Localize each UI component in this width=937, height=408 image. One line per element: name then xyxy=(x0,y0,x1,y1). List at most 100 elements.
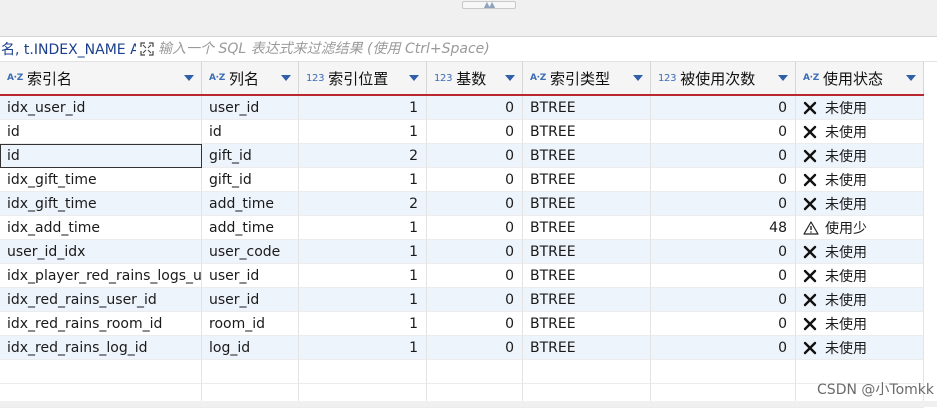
cell-type[interactable]: BTREE xyxy=(523,312,651,336)
cell-column[interactable]: gift_id xyxy=(202,144,299,168)
cell-cardinality[interactable]: 0 xyxy=(427,168,523,192)
cell-used[interactable]: 48 xyxy=(651,216,796,240)
table-row[interactable]: idgift_id20BTREE0未使用 xyxy=(0,144,924,168)
cell-name[interactable]: idx_add_time xyxy=(0,216,202,240)
cell-cardinality[interactable]: 0 xyxy=(427,216,523,240)
cell-used[interactable]: 0 xyxy=(651,144,796,168)
cell-used[interactable]: 0 xyxy=(651,288,796,312)
table-row[interactable]: idx_gift_timegift_id10BTREE0未使用 xyxy=(0,168,924,192)
expand-filter-icon[interactable] xyxy=(136,38,158,60)
cell-cardinality[interactable]: 0 xyxy=(427,120,523,144)
column-header-3[interactable]: 123基数 xyxy=(427,62,523,94)
cell-column[interactable]: gift_id xyxy=(202,168,299,192)
cell-type[interactable]: BTREE xyxy=(523,240,651,264)
cell-cardinality[interactable]: 0 xyxy=(427,240,523,264)
column-header-0[interactable]: A·Z索引名 xyxy=(0,62,202,94)
cell-position[interactable]: 1 xyxy=(299,168,427,192)
cell-type[interactable]: BTREE xyxy=(523,216,651,240)
column-filter-dropdown-icon[interactable] xyxy=(184,75,194,81)
table-row[interactable]: idx_red_rains_room_idroom_id10BTREE0未使用 xyxy=(0,312,924,336)
cell-name[interactable]: idx_player_red_rains_logs_use xyxy=(0,264,202,288)
cell-position[interactable]: 1 xyxy=(299,312,427,336)
cell-type[interactable]: BTREE xyxy=(523,192,651,216)
cell-status[interactable]: 未使用 xyxy=(796,96,924,120)
cell-status[interactable]: 未使用 xyxy=(796,336,924,360)
cell-cardinality[interactable]: 0 xyxy=(427,192,523,216)
cell-position[interactable]: 2 xyxy=(299,144,427,168)
column-filter-dropdown-icon[interactable] xyxy=(633,75,643,81)
cell-cardinality[interactable]: 0 xyxy=(427,96,523,120)
filter-order-prefix[interactable]: 名, t.INDEX_NAME A xyxy=(0,39,136,59)
cell-used[interactable]: 0 xyxy=(651,240,796,264)
cell-status[interactable]: 未使用 xyxy=(796,120,924,144)
cell-cardinality[interactable]: 0 xyxy=(427,312,523,336)
column-header-4[interactable]: A·Z索引类型 xyxy=(523,62,651,94)
cell-name[interactable]: idx_red_rains_log_id xyxy=(0,336,202,360)
cell-name[interactable]: idx_gift_time xyxy=(0,192,202,216)
cell-type[interactable]: BTREE xyxy=(523,144,651,168)
cell-column[interactable]: room_id xyxy=(202,312,299,336)
cell-position[interactable]: 1 xyxy=(299,336,427,360)
cell-column[interactable]: id xyxy=(202,120,299,144)
cell-type[interactable]: BTREE xyxy=(523,336,651,360)
cell-type[interactable]: BTREE xyxy=(523,168,651,192)
cell-type[interactable]: BTREE xyxy=(523,264,651,288)
cell-status[interactable]: 未使用 xyxy=(796,192,924,216)
cell-column[interactable]: user_code xyxy=(202,240,299,264)
column-header-1[interactable]: A·Z列名 xyxy=(202,62,299,94)
table-row[interactable]: idid10BTREE0未使用 xyxy=(0,120,924,144)
cell-used[interactable]: 0 xyxy=(651,336,796,360)
cell-name[interactable]: id xyxy=(0,144,202,168)
column-filter-dropdown-icon[interactable] xyxy=(281,75,291,81)
table-row[interactable]: idx_add_timeadd_time10BTREE48使用少 xyxy=(0,216,924,240)
table-row[interactable]: idx_gift_timeadd_time20BTREE0未使用 xyxy=(0,192,924,216)
cell-cardinality[interactable]: 0 xyxy=(427,264,523,288)
cell-position[interactable]: 1 xyxy=(299,120,427,144)
column-filter-dropdown-icon[interactable] xyxy=(505,75,515,81)
cell-cardinality[interactable]: 0 xyxy=(427,144,523,168)
column-filter-dropdown-icon[interactable] xyxy=(906,75,916,81)
column-filter-dropdown-icon[interactable] xyxy=(409,75,419,81)
cell-status[interactable]: 未使用 xyxy=(796,144,924,168)
cell-status[interactable]: 未使用 xyxy=(796,240,924,264)
cell-status[interactable]: 未使用 xyxy=(796,288,924,312)
cell-used[interactable]: 0 xyxy=(651,192,796,216)
cell-type[interactable]: BTREE xyxy=(523,288,651,312)
column-header-5[interactable]: 123被使用次数 xyxy=(651,62,796,94)
cell-used[interactable]: 0 xyxy=(651,312,796,336)
cell-column[interactable]: add_time xyxy=(202,216,299,240)
cell-used[interactable]: 0 xyxy=(651,120,796,144)
table-row[interactable]: user_id_idxuser_code10BTREE0未使用 xyxy=(0,240,924,264)
cell-status[interactable]: 未使用 xyxy=(796,264,924,288)
cell-column[interactable]: user_id xyxy=(202,288,299,312)
cell-status[interactable]: 未使用 xyxy=(796,168,924,192)
cell-used[interactable]: 0 xyxy=(651,264,796,288)
cell-status[interactable]: 未使用 xyxy=(796,312,924,336)
cell-column[interactable]: user_id xyxy=(202,96,299,120)
cell-column[interactable]: add_time xyxy=(202,192,299,216)
column-header-6[interactable]: A·Z使用状态 xyxy=(796,62,924,94)
cell-cardinality[interactable]: 0 xyxy=(427,336,523,360)
cell-name[interactable]: idx_red_rains_user_id xyxy=(0,288,202,312)
cell-name[interactable]: idx_red_rains_room_id xyxy=(0,312,202,336)
table-row[interactable]: idx_player_red_rains_logs_useuser_id10BT… xyxy=(0,264,924,288)
cell-name[interactable]: id xyxy=(0,120,202,144)
cell-name[interactable]: idx_gift_time xyxy=(0,168,202,192)
cell-position[interactable]: 1 xyxy=(299,216,427,240)
filter-input[interactable] xyxy=(158,38,918,60)
cell-column[interactable]: user_id xyxy=(202,264,299,288)
cell-name[interactable]: user_id_idx xyxy=(0,240,202,264)
table-row[interactable]: idx_red_rains_user_iduser_id10BTREE0未使用 xyxy=(0,288,924,312)
cell-position[interactable]: 1 xyxy=(299,264,427,288)
cell-type[interactable]: BTREE xyxy=(523,96,651,120)
cell-status[interactable]: 使用少 xyxy=(796,216,924,240)
column-filter-dropdown-icon[interactable] xyxy=(778,75,788,81)
cell-used[interactable]: 0 xyxy=(651,168,796,192)
table-row[interactable]: idx_user_iduser_id10BTREE0未使用 xyxy=(0,96,924,120)
cell-position[interactable]: 1 xyxy=(299,240,427,264)
table-row[interactable]: idx_red_rains_log_idlog_id10BTREE0未使用 xyxy=(0,336,924,360)
cell-position[interactable]: 2 xyxy=(299,192,427,216)
cell-cardinality[interactable]: 0 xyxy=(427,288,523,312)
cell-used[interactable]: 0 xyxy=(651,96,796,120)
cell-position[interactable]: 1 xyxy=(299,96,427,120)
